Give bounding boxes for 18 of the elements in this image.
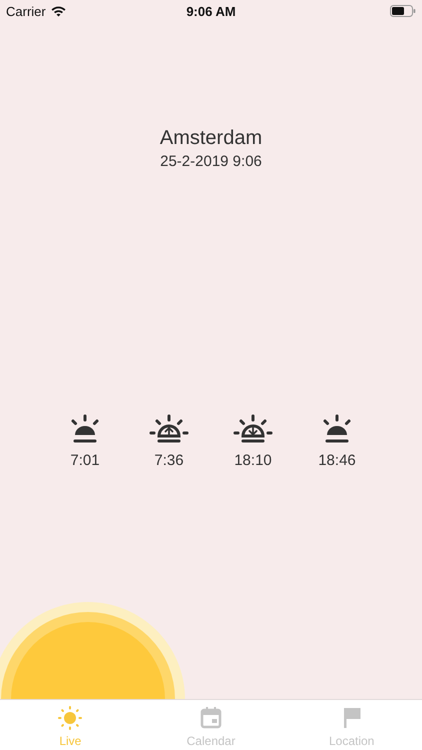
sun-time: 7:36 [154,452,184,469]
sun-time: 7:01 [70,452,100,469]
city-name: Amsterdam [160,127,262,150]
clock-time: 9:06 AM [186,4,236,18]
flag-icon [342,706,362,730]
sun-down-arrow-icon [233,413,273,445]
carrier-label: Carrier [6,4,46,18]
tab-button[interactable]: Calendar [178,700,244,750]
sun-up-arrow-icon [149,413,189,445]
calendar-icon [200,706,222,730]
tab-button[interactable]: Location [320,700,382,750]
tab-button[interactable]: Live [50,700,90,750]
sun-time: 18:10 [234,452,272,469]
battery-icon [390,5,416,17]
sun-icon [58,706,82,730]
wifi-icon [50,6,66,16]
sun-time: 18:46 [318,452,356,469]
date-time: 25-2-2019 9:06 [160,153,262,170]
